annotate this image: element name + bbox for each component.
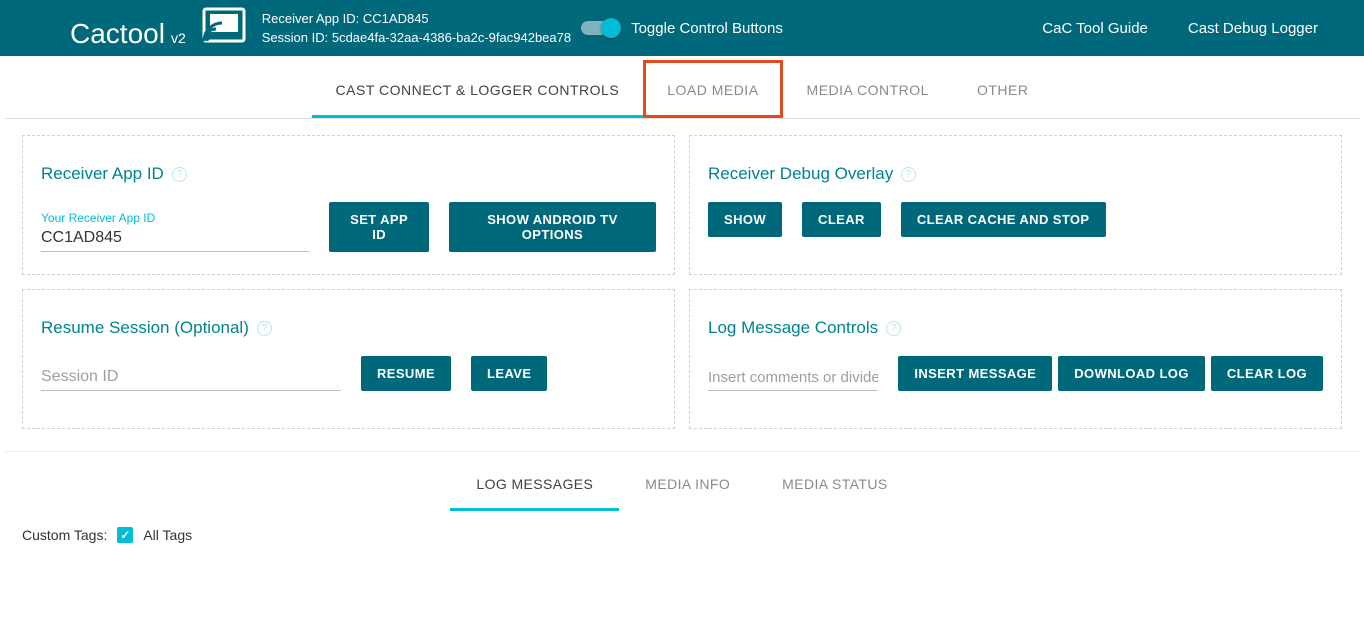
panel-log-message-controls: Log Message Controls ? INSERT MESSAGE DO… <box>689 289 1342 429</box>
input-session-id[interactable] <box>41 366 341 391</box>
tab-media-status[interactable]: MEDIA STATUS <box>756 456 913 511</box>
set-app-id-button[interactable]: SET APP ID <box>329 202 429 252</box>
panel-title-log-controls: Log Message Controls ? <box>708 318 1323 338</box>
panel-title-receiver-app-id: Receiver App ID ? <box>41 164 656 184</box>
tab-media-info[interactable]: MEDIA INFO <box>619 456 756 511</box>
panel-title-resume-session: Resume Session (Optional) ? <box>41 318 656 338</box>
tab-cast-connect[interactable]: CAST CONNECT & LOGGER CONTROLS <box>312 60 644 118</box>
cast-icon[interactable] <box>202 7 246 43</box>
field-log-comment <box>708 367 878 391</box>
receiver-id-value: CC1AD845 <box>363 11 429 26</box>
download-log-button[interactable]: DOWNLOAD LOG <box>1058 356 1205 391</box>
link-cac-tool-guide[interactable]: CaC Tool Guide <box>1042 20 1148 37</box>
link-cast-debug-logger[interactable]: Cast Debug Logger <box>1188 20 1318 37</box>
all-tags-checkbox[interactable]: ✓ <box>117 527 133 543</box>
resume-button[interactable]: RESUME <box>361 356 451 391</box>
receiver-id-label: Receiver App ID: <box>262 11 360 26</box>
panel-title-text: Log Message Controls <box>708 318 878 338</box>
clear-log-button[interactable]: CLEAR LOG <box>1211 356 1323 391</box>
insert-message-button[interactable]: INSERT MESSAGE <box>898 356 1052 391</box>
control-panels: Receiver App ID ? Your Receiver App ID S… <box>0 119 1364 445</box>
leave-button[interactable]: LEAVE <box>471 356 547 391</box>
session-id-value: 5cdae4fa-32aa-4386-ba2c-9fac942bea78 <box>332 30 571 45</box>
help-icon[interactable]: ? <box>257 321 272 336</box>
tab-media-control[interactable]: MEDIA CONTROL <box>783 60 953 118</box>
lower-section: LOG MESSAGES MEDIA INFO MEDIA STATUS Cus… <box>4 451 1360 593</box>
toggle-knob <box>601 18 621 38</box>
session-info: Receiver App ID: CC1AD845 Session ID: 5c… <box>262 9 571 48</box>
all-tags-label: All Tags <box>143 527 192 543</box>
tab-load-media[interactable]: LOAD MEDIA <box>643 60 782 118</box>
show-android-tv-options-button[interactable]: SHOW ANDROID TV OPTIONS <box>449 202 656 252</box>
app-header: Cactool v2 Receiver App ID: CC1AD845 Ses… <box>0 0 1364 56</box>
tab-other[interactable]: OTHER <box>953 60 1053 118</box>
input-receiver-app-id[interactable] <box>41 227 309 252</box>
log-buttons: INSERT MESSAGE DOWNLOAD LOG CLEAR LOG <box>898 356 1323 391</box>
panel-receiver-app-id: Receiver App ID ? Your Receiver App ID S… <box>22 135 675 275</box>
custom-tags-label: Custom Tags: <box>22 527 107 543</box>
help-icon[interactable]: ? <box>886 321 901 336</box>
app-logo: Cactool v2 <box>70 7 246 50</box>
logo-version: v2 <box>171 30 186 46</box>
tab-log-messages[interactable]: LOG MESSAGES <box>450 456 619 511</box>
toggle-switch[interactable] <box>581 21 617 35</box>
field-session-id <box>41 366 341 391</box>
panel-title-text: Receiver Debug Overlay <box>708 164 893 184</box>
panel-title-text: Receiver App ID <box>41 164 164 184</box>
input-log-comment[interactable] <box>708 367 878 391</box>
clear-cache-and-stop-button[interactable]: CLEAR CACHE AND STOP <box>901 202 1106 237</box>
panel-resume-session: Resume Session (Optional) ? RESUME LEAVE <box>22 289 675 429</box>
toggle-control-buttons[interactable]: Toggle Control Buttons <box>581 20 783 37</box>
toggle-label: Toggle Control Buttons <box>631 20 783 37</box>
clear-button[interactable]: CLEAR <box>802 202 881 237</box>
lower-tabs: LOG MESSAGES MEDIA INFO MEDIA STATUS <box>4 456 1360 511</box>
help-icon[interactable]: ? <box>172 167 187 182</box>
panel-receiver-debug-overlay: Receiver Debug Overlay ? SHOW CLEAR CLEA… <box>689 135 1342 275</box>
main-tabs: CAST CONNECT & LOGGER CONTROLS LOAD MEDI… <box>4 60 1360 119</box>
field-label: Your Receiver App ID <box>41 211 309 225</box>
help-icon[interactable]: ? <box>901 167 916 182</box>
panel-title-debug-overlay: Receiver Debug Overlay ? <box>708 164 1323 184</box>
show-button[interactable]: SHOW <box>708 202 782 237</box>
custom-tags-row: Custom Tags: ✓ All Tags <box>4 511 1360 593</box>
session-id-label: Session ID: <box>262 30 328 45</box>
header-links: CaC Tool Guide Cast Debug Logger <box>1042 20 1348 37</box>
panel-title-text: Resume Session (Optional) <box>41 318 249 338</box>
field-receiver-app-id: Your Receiver App ID <box>41 211 309 252</box>
logo-text: Cactool <box>70 18 165 50</box>
